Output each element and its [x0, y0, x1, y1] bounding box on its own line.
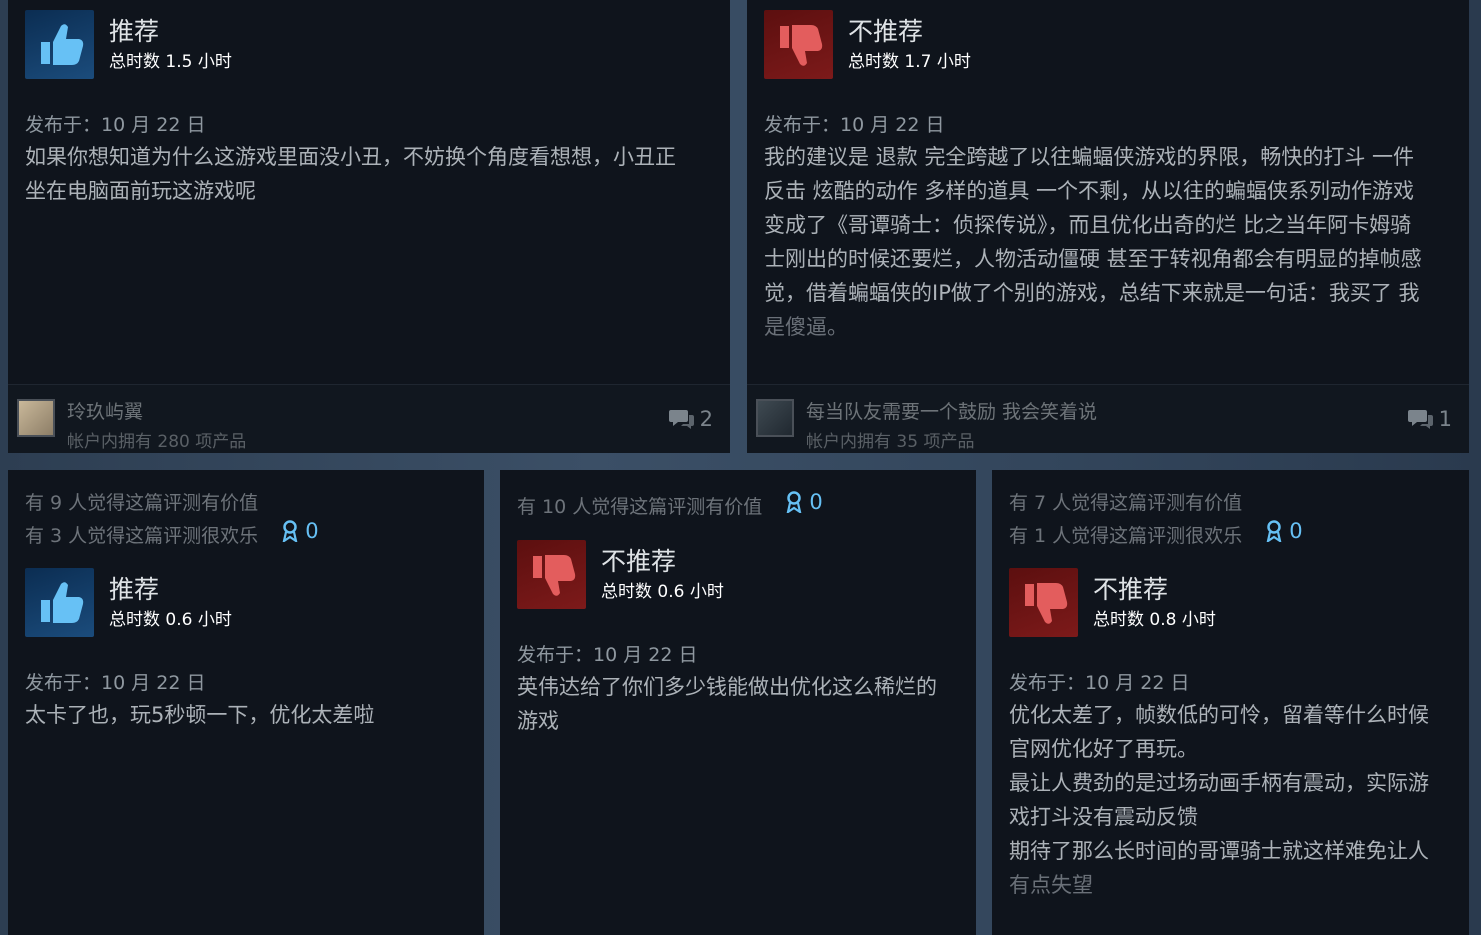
comment-count[interactable]: 1 — [1407, 407, 1452, 431]
avatar[interactable] — [17, 399, 55, 437]
avatar[interactable] — [756, 399, 794, 437]
helpful-count-row: 有 10 人觉得这篇评测有价值 0 — [517, 490, 823, 519]
helpful-count: 有 9 人觉得这篇评测有价值 — [25, 492, 259, 514]
posted-date: 发布于：10 月 22 日 — [517, 644, 698, 666]
thumbs-down-icon[interactable] — [764, 10, 833, 79]
award-icon — [1266, 520, 1282, 542]
review-header: 不推荐 总时数 0.8 小时 — [1009, 568, 1216, 637]
thumbs-up-icon[interactable] — [25, 568, 94, 637]
playtime: 总时数 0.6 小时 — [601, 581, 724, 602]
posted-date: 发布于：10 月 22 日 — [764, 114, 945, 136]
award-count[interactable]: 0 — [786, 490, 823, 514]
review-text: 太卡了也，玩5秒顿一下，优化太差啦 — [25, 703, 375, 727]
funny-count-row: 有 3 人觉得这篇评测很欢乐 0 — [25, 519, 319, 548]
playtime: 总时数 1.7 小时 — [848, 51, 971, 72]
author-products: 帐户内拥有 280 项产品 — [67, 432, 247, 452]
review-text: 如果你想知道为什么这游戏里面没小丑，不妨换个角度看想想，小丑正 坐在电脑面前玩这… — [25, 145, 676, 203]
review-text-faded: 有点失望 — [1009, 873, 1093, 897]
review-verdict: 推荐 — [109, 574, 160, 604]
review-text-main: 优化太差了，帧数低的可怜，留着等什么时候 官网优化好了再玩。 最让人费劲的是过场… — [1009, 703, 1429, 863]
author-products: 帐户内拥有 35 项产品 — [806, 432, 975, 452]
review-text: 优化太差了，帧数低的可怜，留着等什么时候 官网优化好了再玩。 最让人费劲的是过场… — [1009, 698, 1464, 902]
thumbs-down-icon[interactable] — [1009, 568, 1078, 637]
review-header: 推荐 总时数 1.5 小时 — [25, 10, 232, 79]
review-text: 我的建议是 退款 完全跨越了以往蝙蝠侠游戏的界限，畅快的打斗 一件 反击 炫酷的… — [764, 140, 1464, 344]
comment-count-value: 1 — [1438, 407, 1452, 431]
award-icon — [786, 491, 802, 513]
review-footer: 玲玖屿翼 帐户内拥有 280 项产品 2 — [8, 384, 730, 453]
author-name[interactable]: 每当队友需要一个鼓励 我会笑着说 — [806, 397, 1097, 424]
review-verdict: 推荐 — [109, 16, 160, 46]
review-header: 不推荐 总时数 0.6 小时 — [517, 540, 724, 609]
review-verdict: 不推荐 — [601, 546, 677, 576]
review-card: 有 10 人觉得这篇评测有价值 0 不推荐 总时数 0.6 小时 发布于：10 … — [500, 470, 976, 935]
comment-count[interactable]: 2 — [668, 407, 713, 431]
thumbs-down-icon[interactable] — [517, 540, 586, 609]
review-header: 推荐 总时数 0.6 小时 — [25, 568, 232, 637]
review-card: 有 7 人觉得这篇评测有价值 有 1 人觉得这篇评测很欢乐 0 不推荐 总时数 … — [992, 470, 1469, 935]
review-text-faded: 是傻逼。 — [764, 315, 848, 339]
playtime: 总时数 0.6 小时 — [109, 609, 232, 630]
award-icon — [282, 520, 298, 542]
review-card: 推荐 总时数 1.5 小时 发布于：10 月 22 日 如果你想知道为什么这游戏… — [8, 0, 730, 453]
comment-icon — [668, 410, 694, 429]
comment-icon — [1407, 410, 1433, 429]
award-count-value: 0 — [305, 519, 319, 543]
playtime: 总时数 1.5 小时 — [109, 51, 232, 72]
review-header: 不推荐 总时数 1.7 小时 — [764, 10, 971, 79]
posted-date: 发布于：10 月 22 日 — [25, 114, 206, 136]
thumbs-up-icon[interactable] — [25, 10, 94, 79]
award-count[interactable]: 0 — [1266, 519, 1303, 543]
award-count-value: 0 — [809, 490, 823, 514]
review-text-main: 我的建议是 退款 完全跨越了以往蝙蝠侠游戏的界限，畅快的打斗 一件 反击 炫酷的… — [764, 145, 1422, 305]
helpful-count: 有 10 人觉得这篇评测有价值 — [517, 496, 763, 518]
comment-count-value: 2 — [699, 407, 713, 431]
funny-count-row: 有 1 人觉得这篇评测很欢乐 0 — [1009, 519, 1303, 548]
award-count[interactable]: 0 — [282, 519, 319, 543]
review-card: 不推荐 总时数 1.7 小时 发布于：10 月 22 日 我的建议是 退款 完全… — [747, 0, 1469, 453]
award-count-value: 0 — [1289, 519, 1303, 543]
funny-count: 有 3 人觉得这篇评测很欢乐 — [25, 525, 259, 547]
review-card: 有 9 人觉得这篇评测有价值 有 3 人觉得这篇评测很欢乐 0 推荐 总时数 0… — [8, 470, 484, 935]
helpful-count: 有 7 人觉得这篇评测有价值 — [1009, 492, 1243, 514]
posted-date: 发布于：10 月 22 日 — [25, 672, 206, 694]
review-verdict: 不推荐 — [848, 16, 924, 46]
playtime: 总时数 0.8 小时 — [1093, 609, 1216, 630]
review-verdict: 不推荐 — [1093, 574, 1169, 604]
author-name[interactable]: 玲玖屿翼 — [67, 397, 143, 424]
review-footer: 每当队友需要一个鼓励 我会笑着说 帐户内拥有 35 项产品 1 — [747, 384, 1469, 453]
posted-date: 发布于：10 月 22 日 — [1009, 672, 1190, 694]
review-text: 英伟达给了你们多少钱能做出优化这么稀烂的 游戏 — [517, 675, 937, 733]
funny-count: 有 1 人觉得这篇评测很欢乐 — [1009, 525, 1243, 547]
